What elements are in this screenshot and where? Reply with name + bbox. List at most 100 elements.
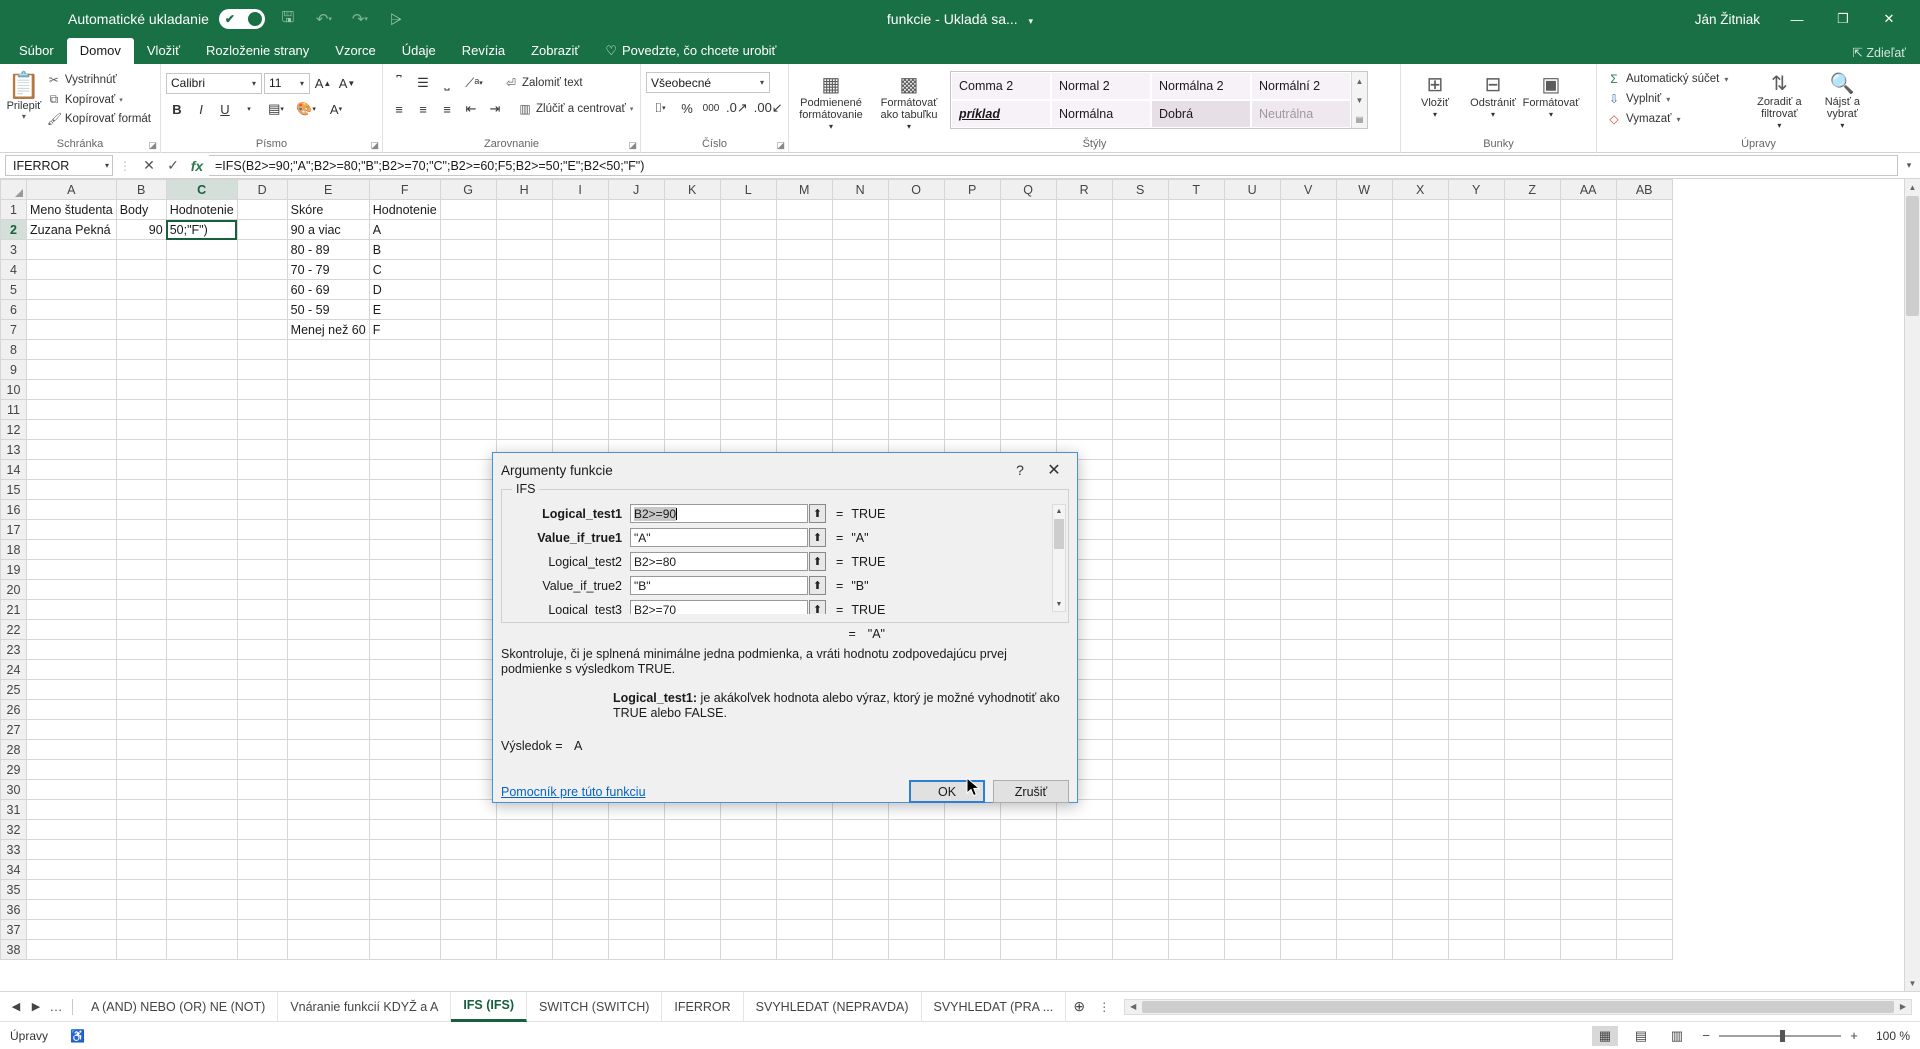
row-header-38[interactable]: 38	[0, 939, 27, 960]
cell-W10[interactable]	[1336, 379, 1393, 400]
cell-U28[interactable]	[1224, 739, 1281, 760]
cell-O37[interactable]	[888, 919, 945, 940]
cell-A6[interactable]	[26, 299, 117, 320]
cell-AA27[interactable]	[1560, 719, 1617, 740]
chevron-down-icon[interactable]: ▾	[1666, 95, 1670, 104]
cell-AA35[interactable]	[1560, 879, 1617, 900]
dialog-help-button[interactable]: ?	[1003, 455, 1037, 485]
cell-R36[interactable]	[1056, 899, 1113, 920]
cell-X3[interactable]	[1392, 239, 1449, 260]
cell-Y22[interactable]	[1448, 619, 1505, 640]
alignment-dialog-launcher[interactable]: ◪	[628, 140, 637, 151]
cell-X4[interactable]	[1392, 259, 1449, 280]
cell-U38[interactable]	[1224, 939, 1281, 960]
cell-G5[interactable]	[440, 279, 497, 300]
row-header-7[interactable]: 7	[0, 319, 27, 340]
cell-V36[interactable]	[1280, 899, 1337, 920]
cell-AB13[interactable]	[1616, 439, 1673, 460]
cell-M38[interactable]	[776, 939, 833, 960]
cell-AB25[interactable]	[1616, 679, 1673, 700]
cell-Y24[interactable]	[1448, 659, 1505, 680]
tab-vzorce[interactable]: Vzorce	[322, 38, 388, 64]
cell-J8[interactable]	[608, 339, 665, 360]
cell-E12[interactable]	[287, 419, 370, 440]
cell-N8[interactable]	[832, 339, 889, 360]
cell-A34[interactable]	[26, 859, 117, 880]
cell-W30[interactable]	[1336, 779, 1393, 800]
cell-F5[interactable]: D	[369, 279, 441, 300]
cell-F7[interactable]: F	[369, 319, 441, 340]
cell-Q11[interactable]	[1000, 399, 1057, 420]
cell-U11[interactable]	[1224, 399, 1281, 420]
cell-S7[interactable]	[1112, 319, 1169, 340]
cell-C17[interactable]	[166, 519, 238, 540]
cell-K35[interactable]	[664, 879, 721, 900]
cell-Y30[interactable]	[1448, 779, 1505, 800]
cell-X29[interactable]	[1392, 759, 1449, 780]
cell-W36[interactable]	[1336, 899, 1393, 920]
cell-O10[interactable]	[888, 379, 945, 400]
cell-Q36[interactable]	[1000, 899, 1057, 920]
cell-L36[interactable]	[720, 899, 777, 920]
cell-L34[interactable]	[720, 859, 777, 880]
cell-I2[interactable]	[552, 219, 609, 240]
cell-W26[interactable]	[1336, 699, 1393, 720]
cell-Z30[interactable]	[1504, 779, 1561, 800]
cell-U16[interactable]	[1224, 499, 1281, 520]
cell-G22[interactable]	[440, 619, 497, 640]
cell-Y12[interactable]	[1448, 419, 1505, 440]
zoom-slider[interactable]: − +	[1700, 1028, 1860, 1043]
cell-L4[interactable]	[720, 259, 777, 280]
cell-X12[interactable]	[1392, 419, 1449, 440]
cell-O33[interactable]	[888, 839, 945, 860]
cell-AA13[interactable]	[1560, 439, 1617, 460]
cell-O32[interactable]	[888, 819, 945, 840]
cell-I37[interactable]	[552, 919, 609, 940]
cell-D26[interactable]	[237, 699, 288, 720]
cell-W5[interactable]	[1336, 279, 1393, 300]
cell-B4[interactable]	[116, 259, 167, 280]
cell-K6[interactable]	[664, 299, 721, 320]
cell-AB1[interactable]	[1616, 199, 1673, 220]
cell-V23[interactable]	[1280, 639, 1337, 660]
cell-AB28[interactable]	[1616, 739, 1673, 760]
cell-AA12[interactable]	[1560, 419, 1617, 440]
cell-T24[interactable]	[1168, 659, 1225, 680]
cell-U4[interactable]	[1224, 259, 1281, 280]
row-header-2[interactable]: 2	[0, 219, 27, 240]
cell-S13[interactable]	[1112, 439, 1169, 460]
column-header-Y[interactable]: Y	[1448, 179, 1505, 200]
cell-J36[interactable]	[608, 899, 665, 920]
row-header-29[interactable]: 29	[0, 759, 27, 780]
cell-V3[interactable]	[1280, 239, 1337, 260]
cell-K12[interactable]	[664, 419, 721, 440]
cell-T20[interactable]	[1168, 579, 1225, 600]
cell-U6[interactable]	[1224, 299, 1281, 320]
cell-Y15[interactable]	[1448, 479, 1505, 500]
cell-A28[interactable]	[26, 739, 117, 760]
cell-Z16[interactable]	[1504, 499, 1561, 520]
cell-X2[interactable]	[1392, 219, 1449, 240]
cell-T16[interactable]	[1168, 499, 1225, 520]
cell-AA10[interactable]	[1560, 379, 1617, 400]
cell-B6[interactable]	[116, 299, 167, 320]
sort-filter-button[interactable]: ⇅ Zoradiť a filtrovať ▾	[1749, 70, 1809, 132]
cell-U5[interactable]	[1224, 279, 1281, 300]
cell-D1[interactable]	[237, 199, 288, 220]
select-all-corner[interactable]	[0, 179, 27, 200]
cell-G26[interactable]	[440, 699, 497, 720]
cell-Z21[interactable]	[1504, 599, 1561, 620]
cell-K10[interactable]	[664, 379, 721, 400]
collapse-dialog-icon-5[interactable]: ⬆	[809, 600, 826, 614]
cell-A36[interactable]	[26, 899, 117, 920]
cell-F14[interactable]	[369, 459, 441, 480]
cell-Y28[interactable]	[1448, 739, 1505, 760]
cell-H7[interactable]	[496, 319, 553, 340]
row-header-27[interactable]: 27	[0, 719, 27, 740]
cell-E8[interactable]	[287, 339, 370, 360]
fill-button[interactable]: ⇩ Vyplniť ▾	[1602, 90, 1733, 108]
cell-U10[interactable]	[1224, 379, 1281, 400]
tab-zobrazit[interactable]: Zobraziť	[518, 38, 592, 64]
cell-U2[interactable]	[1224, 219, 1281, 240]
cell-O9[interactable]	[888, 359, 945, 380]
